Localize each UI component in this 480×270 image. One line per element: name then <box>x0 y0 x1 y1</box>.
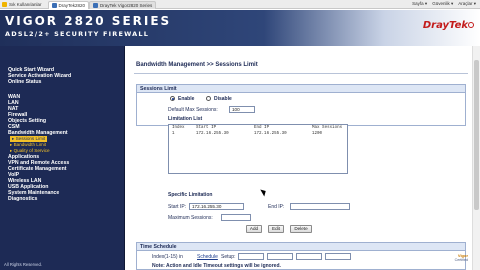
default-max-sessions-label: Default Max Sessions: <box>168 107 218 113</box>
browser-toolbar: Sık Kullanılanlar DrayTek2820 DrayTek Vi… <box>0 0 480 9</box>
max-sessions-input[interactable] <box>221 214 251 221</box>
schedule-setup-label: Setup: <box>221 254 236 260</box>
list-row-end-ip[interactable]: 172.16.255.30 <box>254 132 287 136</box>
browser-tab-active[interactable]: DrayTek2820 <box>47 0 90 9</box>
page-icon <box>93 2 99 8</box>
list-row-start-ip[interactable]: 172.16.255.30 <box>196 132 229 136</box>
list-col-end-ip: End IP <box>254 126 270 130</box>
default-max-sessions-input[interactable]: 100 <box>229 106 255 113</box>
star-icon[interactable] <box>2 1 7 7</box>
title-divider <box>134 73 468 74</box>
add-button[interactable]: Add <box>246 225 262 233</box>
sessions-limit-heading: Sessions Limit <box>137 85 465 93</box>
sidebar: Quick Start Wizard Service Activation Wi… <box>0 46 125 270</box>
brand-mark-icon <box>468 22 474 28</box>
browser-tab-inactive[interactable]: DrayTek Vigor2820 Series <box>89 0 157 9</box>
disable-radio[interactable] <box>206 96 211 101</box>
page-menu[interactable]: Sayfa ▾ <box>412 1 427 7</box>
list-row-index[interactable]: 1 <box>172 132 175 136</box>
favorites-bar[interactable]: Sık Kullanılanlar <box>0 1 48 7</box>
schedule-link[interactable]: Schedule <box>197 254 218 260</box>
schedule-index-label: Index(1-15) in <box>152 254 183 260</box>
end-ip-label: End IP: <box>268 204 285 210</box>
tab-inactive-label: DrayTek Vigor2820 Series <box>100 2 153 8</box>
favorites-label[interactable]: Sık Kullanılanlar <box>9 2 42 7</box>
limitation-list-label: Limitation List <box>168 116 203 122</box>
schedule-index-2[interactable] <box>267 253 293 260</box>
specific-limitation-heading: Specific Limitation <box>168 192 213 198</box>
time-schedule-heading: Time Schedule <box>137 243 465 251</box>
sidebar-item-diagnostics[interactable]: Diagnostics <box>8 196 37 202</box>
sidebar-item-online-status[interactable]: Online Status <box>8 79 41 85</box>
edit-button[interactable]: Edit <box>268 225 284 233</box>
end-ip-input[interactable] <box>290 203 350 210</box>
corner-logo-line2: Certified <box>454 258 468 262</box>
tools-menu[interactable]: Araçlar ▾ <box>458 1 476 7</box>
sidebar-footer: All Rights Reserved. <box>4 262 42 267</box>
page-title: Bandwidth Management >> Sessions Limit <box>136 62 258 68</box>
vigor-certified-logo: Vigor Certified <box>455 253 468 262</box>
list-col-index: Index <box>172 126 185 130</box>
schedule-note: Note: Action and Idle Timeout settings w… <box>152 263 281 269</box>
scrollbar-thumb[interactable] <box>474 60 479 210</box>
schedule-index-3[interactable] <box>296 253 322 260</box>
main-content: Bandwidth Management >> Sessions Limit S… <box>126 46 480 270</box>
list-col-start-ip: Start IP <box>196 126 217 130</box>
max-sessions-label: Maximum Sessions: <box>168 215 213 221</box>
schedule-index-1[interactable] <box>238 253 264 260</box>
router-header: VIGOR 2820 SERIES ADSL2/2+ SECURITY FIRE… <box>0 10 480 46</box>
list-col-max-sessions: Max Sessions <box>312 126 343 130</box>
model-subtitle: ADSL2/2+ SECURITY FIREWALL <box>5 30 150 38</box>
browser-tools: Sayfa ▾ Güvenlik ▾ Araçlar ▾ <box>412 1 480 7</box>
schedule-index-4[interactable] <box>325 253 351 260</box>
enable-radio[interactable] <box>170 96 175 101</box>
model-title: VIGOR 2820 SERIES <box>5 14 172 28</box>
disable-label: Disable <box>214 96 232 102</box>
tab-active-label: DrayTek2820 <box>58 2 86 8</box>
list-row-max-sessions[interactable]: 1200 <box>312 132 322 136</box>
security-menu[interactable]: Güvenlik ▾ <box>432 1 453 7</box>
vertical-scrollbar[interactable] <box>472 46 480 270</box>
delete-button[interactable]: Delete <box>290 225 312 233</box>
brand-logo: DrayTek <box>422 20 468 31</box>
enable-label: Enable <box>178 96 195 102</box>
start-ip-input[interactable]: 172.16.255.30 <box>189 203 244 210</box>
page-icon <box>51 2 57 8</box>
start-ip-label: Start IP: <box>168 204 187 210</box>
